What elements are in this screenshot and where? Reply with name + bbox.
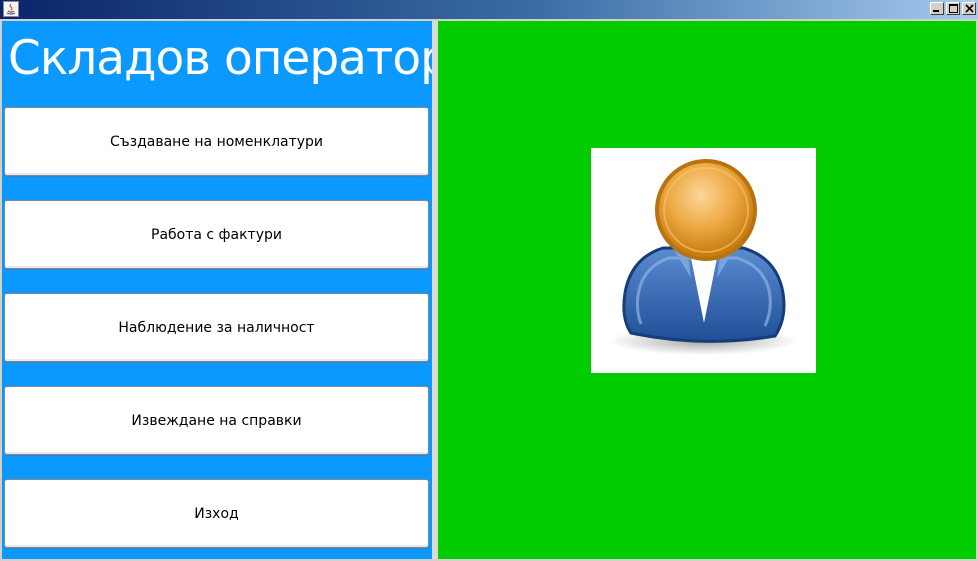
java-icon[interactable] xyxy=(3,1,19,17)
maximize-button[interactable] xyxy=(946,2,960,15)
reports-button[interactable]: Извеждане на справки xyxy=(4,386,429,455)
title-bar[interactable] xyxy=(0,0,978,19)
close-button[interactable] xyxy=(962,2,976,15)
sidebar-panel: Складов оператор Създаване на номенклату… xyxy=(2,21,450,559)
main-panel xyxy=(438,21,976,559)
app-heading: Складов оператор xyxy=(8,31,450,86)
application-window: Складов оператор Създаване на номенклату… xyxy=(0,0,978,561)
window-controls xyxy=(930,2,976,15)
user-avatar-icon xyxy=(591,148,816,373)
create-nomenclatures-button[interactable]: Създаване на номенклатури xyxy=(4,107,429,176)
minimize-button[interactable] xyxy=(930,2,944,15)
invoices-button[interactable]: Работа с фактури xyxy=(4,200,429,269)
stock-monitoring-button[interactable]: Наблюдение за наличност xyxy=(4,293,429,362)
exit-button[interactable]: Изход xyxy=(4,479,429,548)
